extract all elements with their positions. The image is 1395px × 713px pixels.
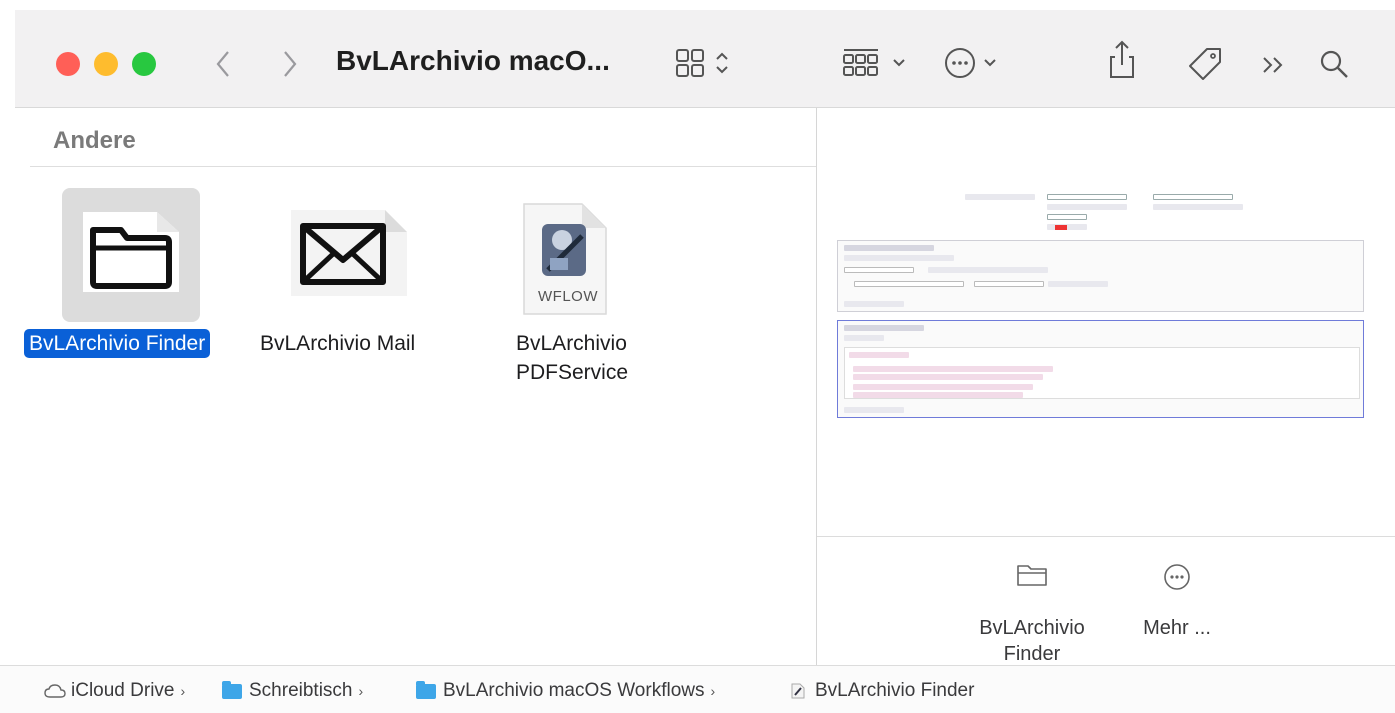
file-list-pane: Andere BvLArchivio Finder BvLArchivio Ma… xyxy=(15,108,816,665)
folder-icon xyxy=(967,563,1097,597)
workflow-icon xyxy=(790,682,806,700)
minimize-button[interactable] xyxy=(94,52,118,76)
path-item-finder[interactable]: BvLArchivio Finder xyxy=(790,680,974,702)
window-title: BvLArchivio macO... xyxy=(336,45,610,76)
file-item-label: BvLArchivio PDFService xyxy=(516,329,629,387)
path-separator: › xyxy=(710,683,716,699)
zoom-button[interactable] xyxy=(132,52,156,76)
tag-icon[interactable] xyxy=(1185,44,1225,84)
group-by-icon[interactable] xyxy=(840,46,912,80)
quick-action-more[interactable]: Mehr ... xyxy=(1122,563,1232,641)
close-button[interactable] xyxy=(56,52,80,76)
view-icons-icon[interactable] xyxy=(675,46,737,80)
quick-action-label: BvLArchivio xyxy=(979,617,1085,639)
cloud-icon xyxy=(44,683,66,699)
action-menu-icon[interactable] xyxy=(943,46,1019,80)
path-bar: iCloud Drive › Schreibtisch › BvLArchivi… xyxy=(0,665,1395,713)
file-item-mail[interactable]: BvLArchivio Mail xyxy=(255,108,455,408)
path-item-label: BvLArchivio macOS Workflows xyxy=(443,680,705,701)
file-badge: WFLOW xyxy=(538,288,598,305)
path-item-label: Schreibtisch xyxy=(249,680,353,701)
mail-document-icon xyxy=(289,208,409,303)
folder-document-icon xyxy=(79,208,183,301)
ellipsis-circle-icon xyxy=(1122,563,1232,597)
path-item-label: iCloud Drive xyxy=(71,680,175,701)
back-icon[interactable] xyxy=(210,46,236,82)
path-separator: › xyxy=(358,683,364,699)
file-item-label-line2: PDFService xyxy=(516,361,629,384)
quick-action-label-line2: Finder xyxy=(1003,643,1061,665)
folder-icon xyxy=(222,680,242,699)
quick-action-label: Mehr ... xyxy=(1143,617,1211,639)
file-item-label-line1: BvLArchivio xyxy=(516,332,627,355)
path-item-label: BvLArchivio Finder xyxy=(815,680,975,701)
folder-icon xyxy=(416,680,436,699)
path-separator: › xyxy=(180,683,186,699)
file-item-label: BvLArchivio Finder xyxy=(24,329,211,358)
file-item-pdfservice[interactable]: WFLOW BvLArchivio PDFService xyxy=(475,108,655,408)
search-icon[interactable] xyxy=(1317,46,1351,82)
workflow-preview-image xyxy=(837,190,1364,420)
file-item-finder[interactable]: BvLArchivio Finder xyxy=(15,108,275,408)
preview-separator xyxy=(817,536,1395,537)
more-toolbar-items-icon[interactable] xyxy=(1259,50,1289,80)
toolbar: BvLArchivio macO... xyxy=(15,10,1395,108)
path-item-desktop[interactable]: Schreibtisch › xyxy=(222,680,369,702)
quick-action-open[interactable]: BvLArchivio Finder xyxy=(967,563,1097,667)
preview-pane: BvLArchivio Finder Mehr ... xyxy=(817,108,1395,665)
path-item-icloud[interactable]: iCloud Drive › xyxy=(44,680,191,702)
workflow-preview xyxy=(817,108,1395,536)
path-item-workflows[interactable]: BvLArchivio macOS Workflows › xyxy=(416,680,721,702)
forward-icon[interactable] xyxy=(277,46,303,82)
file-item-label: BvLArchivio Mail xyxy=(260,332,416,355)
share-icon[interactable] xyxy=(1105,38,1139,82)
